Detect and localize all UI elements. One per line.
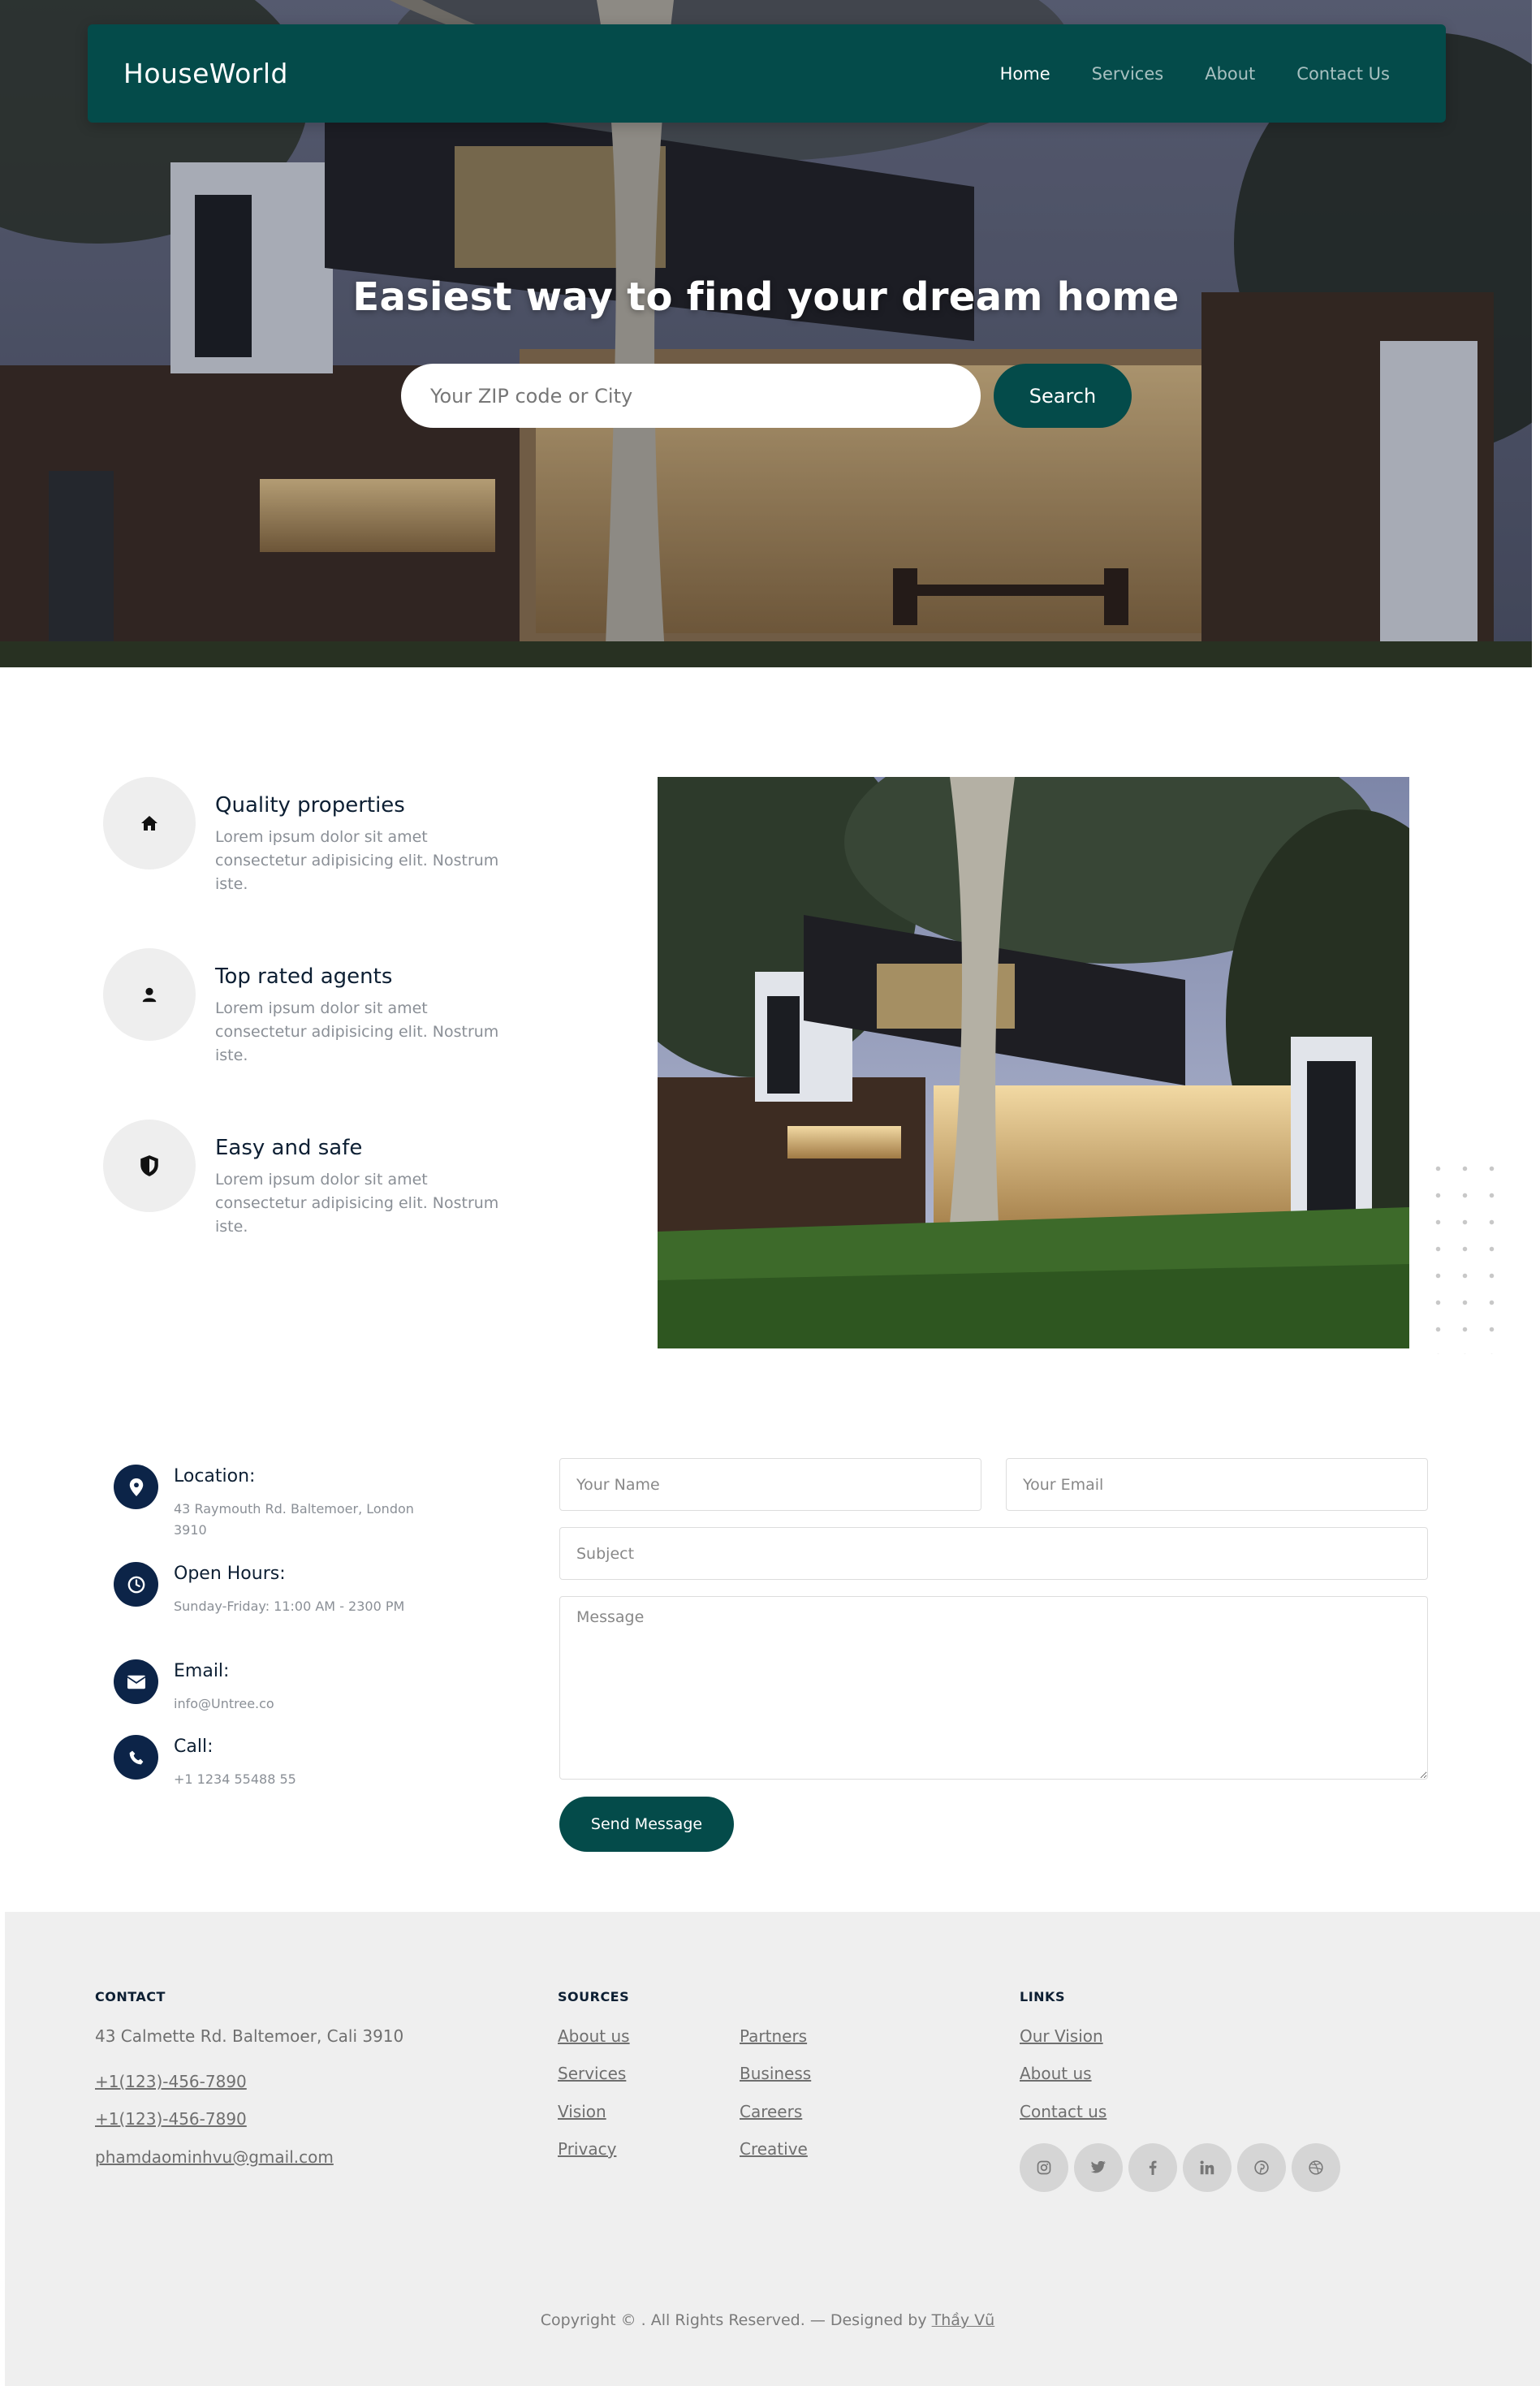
nav-link-home[interactable]: Home <box>1000 64 1050 84</box>
footer-link-contact-us[interactable]: Contact us <box>1020 2102 1106 2121</box>
send-message-button[interactable]: Send Message <box>559 1797 734 1852</box>
person-icon <box>142 987 157 1003</box>
clock-icon <box>127 1576 145 1593</box>
footer-link-careers[interactable]: Careers <box>740 2102 802 2121</box>
feature-icon-circle <box>103 1120 196 1212</box>
info-text: Sunday-Friday: 11:00 AM - 2300 PM <box>174 1599 405 1614</box>
footer-address: 43 Calmette Rd. Baltemoer, Cali 3910 <box>95 2026 404 2046</box>
social-facebook-button[interactable] <box>1128 2143 1177 2192</box>
footer-link-business[interactable]: Business <box>740 2064 811 2083</box>
pinterest-icon <box>1254 2160 1269 2175</box>
social-instagram-button[interactable] <box>1020 2143 1068 2192</box>
feature-quality-properties: Quality properties Lorem ipsum dolor sit… <box>103 777 525 915</box>
nav-links: Home Services About Contact Us <box>1000 64 1390 84</box>
subject-field[interactable] <box>559 1527 1428 1580</box>
location-pin-icon <box>129 1478 143 1496</box>
social-dribbble-button[interactable] <box>1292 2143 1340 2192</box>
footer-link-privacy[interactable]: Privacy <box>558 2139 616 2159</box>
info-title: Call: <box>174 1737 214 1757</box>
footer-link-creative[interactable]: Creative <box>740 2139 808 2159</box>
footer-link-vision[interactable]: Vision <box>558 2102 606 2121</box>
phone-icon <box>129 1750 143 1764</box>
footer-link-partners[interactable]: Partners <box>740 2026 807 2046</box>
feature-icon-circle <box>103 948 196 1041</box>
footer-link-our-vision[interactable]: Our Vision <box>1020 2026 1103 2046</box>
navbar: HouseWorld Home Services About Contact U… <box>88 24 1446 123</box>
email-field[interactable] <box>1006 1458 1428 1511</box>
dot-pattern-decoration <box>1425 1155 1498 1354</box>
info-icon-circle <box>114 1465 158 1509</box>
name-field[interactable] <box>559 1458 981 1511</box>
info-title: Location: <box>174 1466 256 1486</box>
message-field[interactable] <box>559 1596 1428 1780</box>
hero-title: Easiest way to find your dream home <box>352 274 1180 320</box>
info-text[interactable]: info@Untree.co <box>174 1693 417 1715</box>
footer-link-services[interactable]: Services <box>558 2064 626 2083</box>
copyright: Copyright © . All Rights Reserved. — Des… <box>0 2311 1535 2329</box>
designer-link[interactable]: Thầy Vũ <box>932 2311 995 2329</box>
footer-contact-heading: CONTACT <box>95 1989 166 2004</box>
feature-text: Lorem ipsum dolor sit amet consectetur a… <box>215 828 499 893</box>
feature-top-rated-agents: Top rated agents Lorem ipsum dolor sit a… <box>103 948 525 1086</box>
footer-phone-link[interactable]: +1(123)-456-7890 <box>95 2109 247 2129</box>
info-title: Email: <box>174 1661 230 1681</box>
feature-text: Lorem ipsum dolor sit amet consectetur a… <box>215 999 499 1064</box>
house-photo <box>658 777 1409 1348</box>
facebook-icon <box>1149 2160 1157 2175</box>
social-twitter-button[interactable] <box>1074 2143 1123 2192</box>
linkedin-icon <box>1200 2160 1214 2175</box>
footer-link-about-us[interactable]: About us <box>1020 2064 1092 2083</box>
social-pinterest-button[interactable] <box>1237 2143 1286 2192</box>
info-icon-circle <box>114 1562 158 1607</box>
twitter-icon <box>1091 2161 1106 2173</box>
house-illustration <box>658 777 1409 1348</box>
info-text[interactable]: +1 1234 55488 55 <box>174 1769 417 1790</box>
nav-link-about[interactable]: About <box>1205 64 1255 84</box>
info-title: Open Hours: <box>174 1564 286 1584</box>
copyright-text: Copyright © . All Rights Reserved. — Des… <box>540 2311 927 2329</box>
dribbble-icon <box>1309 2160 1323 2175</box>
footer-email-link[interactable]: phamdaominhvu@gmail.com <box>95 2147 334 2167</box>
search-input[interactable] <box>401 364 981 428</box>
info-text: 43 Raymouth Rd. Baltemoer, London 3910 <box>174 1501 414 1538</box>
footer-link-about-us[interactable]: About us <box>558 2026 630 2046</box>
envelope-icon <box>127 1675 145 1689</box>
feature-icon-circle <box>103 777 196 869</box>
feature-text: Lorem ipsum dolor sit amet consectetur a… <box>215 1171 499 1236</box>
shield-icon <box>140 1155 158 1176</box>
feature-title: Quality properties <box>215 793 405 818</box>
hero-section: HouseWorld Home Services About Contact U… <box>0 0 1532 667</box>
search-button[interactable]: Search <box>994 364 1132 428</box>
feature-title: Top rated agents <box>215 964 393 989</box>
social-linkedin-button[interactable] <box>1183 2143 1232 2192</box>
info-icon-circle <box>114 1659 158 1704</box>
feature-title: Easy and safe <box>215 1136 363 1160</box>
footer-sources-heading: SOURCES <box>558 1989 630 2004</box>
instagram-icon <box>1037 2160 1051 2175</box>
home-icon <box>141 816 157 831</box>
nav-link-services[interactable]: Services <box>1092 64 1164 84</box>
brand-logo[interactable]: HouseWorld <box>123 58 288 89</box>
footer-links-heading: LINKS <box>1020 1989 1065 2004</box>
nav-link-contact-us[interactable]: Contact Us <box>1296 64 1390 84</box>
info-icon-circle <box>114 1735 158 1780</box>
footer-phone-link[interactable]: +1(123)-456-7890 <box>95 2072 247 2091</box>
feature-easy-and-safe: Easy and safe Lorem ipsum dolor sit amet… <box>103 1120 525 1258</box>
